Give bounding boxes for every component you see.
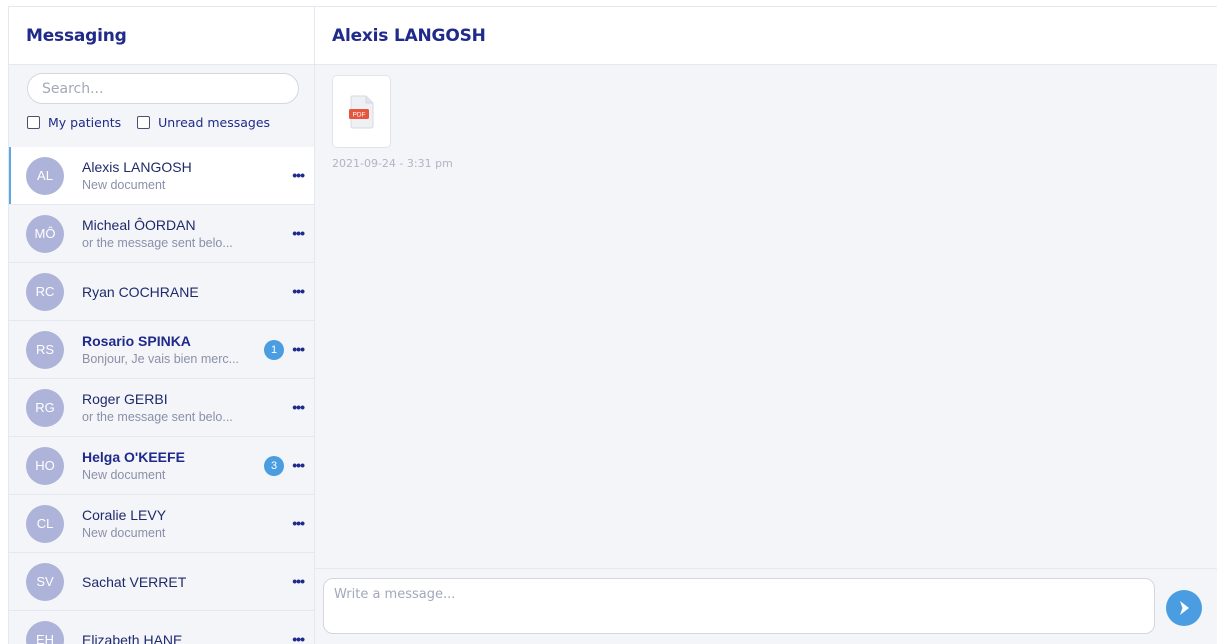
- conversation-text: Micheal ÔORDAN or the message sent belo..…: [82, 217, 314, 250]
- message-preview: New document: [82, 178, 166, 192]
- conversation-sidebar: Messaging My patients Unread messages AL…: [8, 7, 315, 644]
- send-arrow-icon: [1180, 601, 1189, 615]
- contact-name-label: Coralie LEVY: [82, 507, 167, 523]
- unread-count-badge: 3: [264, 456, 284, 476]
- contact-name-label: Ryan COCHRANE: [82, 283, 199, 300]
- conversation-header: Alexis LANGOSH: [315, 7, 1217, 65]
- filter-label: Unread messages: [158, 115, 271, 130]
- message-composer: [315, 568, 1217, 644]
- contact-name-label: Roger GERBI: [82, 391, 168, 407]
- conversation-item[interactable]: HO Helga O'KEEFE New document 3 •••: [9, 437, 314, 495]
- search-input[interactable]: [42, 80, 298, 97]
- pdf-file-icon: PDF: [348, 95, 373, 128]
- avatar: MÔ: [26, 214, 64, 253]
- search-box: [27, 73, 299, 104]
- contact-name-label: Micheal ÔORDAN: [82, 217, 196, 233]
- conversation-item[interactable]: EH Elizabeth HANE •••: [9, 611, 314, 644]
- avatar: RG: [26, 388, 64, 427]
- conversation-item[interactable]: CL Coralie LEVY New document •••: [9, 495, 314, 553]
- conversation-list: AL Alexis LANGOSH New document ••• MÔ Micheal…: [9, 147, 314, 644]
- avatar: SV: [26, 562, 64, 601]
- contact-name-label: Elizabeth HANE: [82, 631, 183, 644]
- more-options-icon[interactable]: •••: [292, 226, 305, 240]
- send-button[interactable]: [1166, 590, 1202, 626]
- contact-name-label: Alexis LANGOSH: [82, 159, 192, 175]
- more-options-icon[interactable]: •••: [292, 400, 305, 414]
- more-options-icon[interactable]: •••: [292, 342, 305, 356]
- conversation-item[interactable]: RS Rosario SPINKA Bonjour, Je vais bien me…: [9, 321, 314, 379]
- conversation-text: Ryan COCHRANE: [82, 284, 314, 300]
- message-thread: PDF 2021-09-24 - 3:31 pm: [315, 65, 1217, 568]
- filter-label: My patients: [48, 115, 122, 130]
- conversation-item[interactable]: MÔ Micheal ÔORDAN or the message sent belo…: [9, 205, 314, 263]
- message-timestamp: 2021-09-24 - 3:31 pm: [332, 157, 453, 170]
- contact-name: Alexis LANGOSH: [332, 25, 486, 46]
- conversation-item[interactable]: SV Sachat VERRET •••: [9, 553, 314, 611]
- more-options-icon[interactable]: •••: [292, 458, 305, 472]
- conversation-item[interactable]: AL Alexis LANGOSH New document •••: [9, 147, 314, 205]
- avatar: AL: [26, 156, 64, 195]
- my-patients-checkbox[interactable]: [27, 116, 40, 129]
- conversation-panel: Alexis LANGOSH PDF 2021-09-24 - 3:31 pm: [315, 7, 1217, 644]
- filter-unread-messages[interactable]: Unread messages: [137, 115, 270, 130]
- conversation-item[interactable]: RC Ryan COCHRANE •••: [9, 263, 314, 321]
- conversation-text: Alexis LANGOSH New document: [82, 159, 314, 192]
- message-preview: or the message sent belo...: [82, 410, 233, 424]
- more-options-icon[interactable]: •••: [292, 284, 305, 298]
- search-container: [9, 65, 314, 104]
- sidebar-header: Messaging: [9, 7, 314, 65]
- message-preview: or the message sent belo...: [82, 236, 233, 250]
- filters-bar: My patients Unread messages: [9, 104, 314, 141]
- messaging-app: Messaging My patients Unread messages AL…: [8, 6, 1217, 644]
- message-preview: Bonjour, Je vais bien merc...: [82, 352, 240, 366]
- message-preview: New document: [82, 526, 166, 540]
- unread-count-badge: 1: [264, 340, 284, 360]
- pdf-label: PDF: [352, 111, 365, 118]
- avatar: EH: [26, 620, 64, 644]
- conversation-item[interactable]: RG Roger GERBI or the message sent belo...…: [9, 379, 314, 437]
- pdf-attachment[interactable]: PDF: [332, 75, 391, 148]
- conversation-text: Coralie LEVY New document: [82, 507, 314, 540]
- avatar: RC: [26, 272, 64, 311]
- avatar: CL: [26, 504, 64, 543]
- unread-messages-checkbox[interactable]: [137, 116, 151, 129]
- more-options-icon[interactable]: •••: [292, 516, 305, 530]
- more-options-icon[interactable]: •••: [292, 632, 305, 644]
- conversation-text: Sachat VERRET: [82, 574, 314, 590]
- conversation-text: Roger GERBI or the message sent belo...: [82, 391, 314, 424]
- more-options-icon[interactable]: •••: [292, 168, 305, 182]
- message-input[interactable]: [323, 578, 1155, 634]
- avatar: HO: [26, 446, 64, 485]
- conversation-text: Elizabeth HANE: [82, 632, 314, 644]
- contact-name-label: Sachat VERRET: [82, 573, 187, 590]
- more-options-icon[interactable]: •••: [292, 574, 305, 588]
- sidebar-title: Messaging: [26, 25, 127, 46]
- message-preview: New document: [82, 468, 166, 482]
- avatar: RS: [26, 330, 64, 369]
- filter-my-patients[interactable]: My patients: [27, 115, 121, 130]
